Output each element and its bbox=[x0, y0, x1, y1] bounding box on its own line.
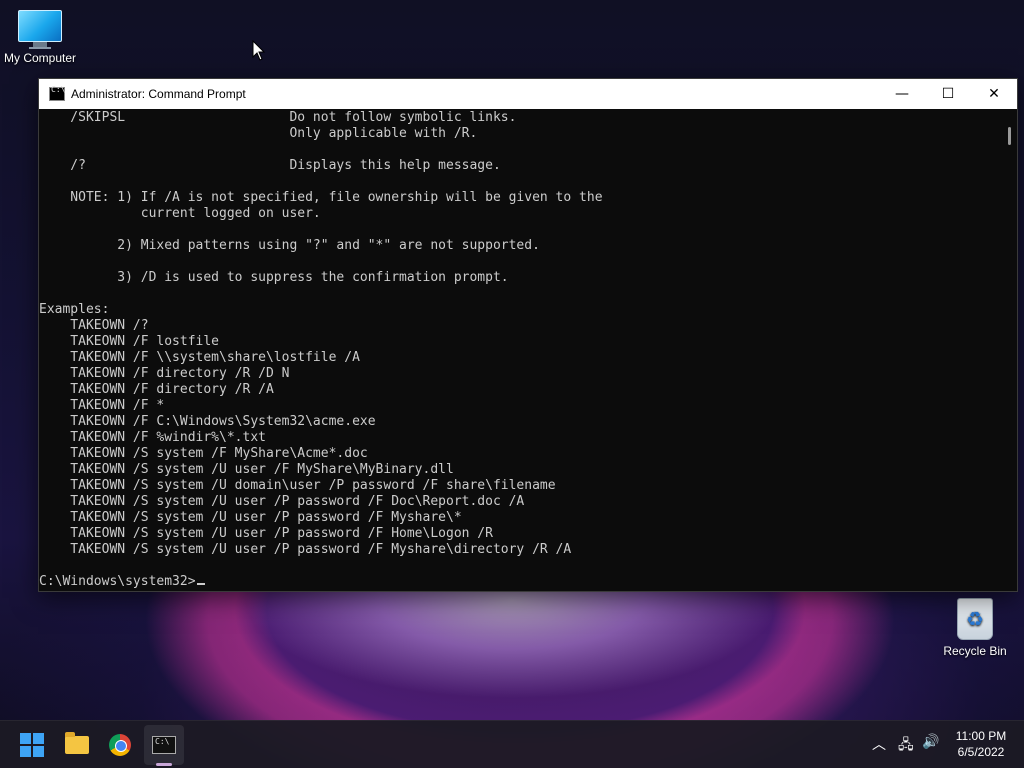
console-line: TAKEOWN /F directory /R /D N bbox=[39, 366, 290, 381]
console-line: TAKEOWN /S system /U user /P password /F… bbox=[39, 510, 462, 525]
console-line: /? Displays this help message. bbox=[39, 158, 501, 173]
folder-icon bbox=[65, 732, 89, 754]
console-line: TAKEOWN /F lostfile bbox=[39, 334, 220, 349]
file-explorer-taskbar-button[interactable] bbox=[57, 725, 97, 765]
network-icon[interactable]: 🖧 bbox=[898, 734, 914, 758]
console-output[interactable]: /SKIPSL Do not follow symbolic links. On… bbox=[39, 109, 1001, 591]
console-line: TAKEOWN /S system /U user /F MyShare\MyB… bbox=[39, 462, 454, 477]
recycle-bin-shortcut[interactable]: ♻ Recycle Bin bbox=[935, 598, 1015, 658]
chrome-taskbar-button[interactable] bbox=[100, 725, 140, 765]
console-line: TAKEOWN /F directory /R /A bbox=[39, 382, 274, 397]
scrollbar-thumb[interactable] bbox=[1008, 127, 1011, 145]
command-prompt-icon: C:\ bbox=[152, 736, 176, 754]
my-computer-label: My Computer bbox=[3, 51, 77, 65]
active-app-indicator bbox=[156, 763, 172, 766]
system-clock[interactable]: 11:00 PM 6/5/2022 bbox=[944, 728, 1018, 760]
text-cursor bbox=[196, 583, 205, 585]
console-line: TAKEOWN /S system /U user /P password /F… bbox=[39, 526, 493, 541]
console-line: TAKEOWN /F * bbox=[39, 398, 165, 413]
maximize-button[interactable]: ☐ bbox=[925, 79, 971, 109]
console-line: 3) /D is used to suppress the confirmati… bbox=[39, 270, 509, 285]
command-prompt-window[interactable]: C:\ Administrator: Command Prompt — ☐ ✕ … bbox=[38, 78, 1018, 592]
volume-icon[interactable]: 🔊 bbox=[922, 734, 939, 750]
console-text: /SKIPSL Do not follow symbolic links. On… bbox=[39, 109, 1001, 590]
clock-time: 11:00 PM bbox=[955, 729, 1007, 743]
taskbar: C:\ bbox=[0, 720, 1024, 768]
prompt-text: C:\Windows\system32> bbox=[39, 574, 196, 589]
console-line: TAKEOWN /S system /U user /P password /F… bbox=[39, 542, 572, 557]
console-line: TAKEOWN /S system /F MyShare\Acme*.doc bbox=[39, 446, 368, 461]
close-button[interactable]: ✕ bbox=[971, 79, 1017, 109]
console-line: /SKIPSL Do not follow symbolic links. bbox=[39, 110, 517, 125]
my-computer-shortcut[interactable]: My Computer bbox=[0, 10, 80, 65]
clock-date: 6/5/2022 bbox=[957, 745, 1005, 759]
console-line: 2) Mixed patterns using "?" and "*" are … bbox=[39, 238, 540, 253]
recycle-bin-label: Recycle Bin bbox=[943, 644, 1007, 658]
command-prompt-taskbar-button[interactable]: C:\ bbox=[144, 725, 184, 765]
monitor-icon bbox=[18, 10, 62, 42]
console-line: NOTE: 1) If /A is not specified, file ow… bbox=[39, 190, 603, 205]
start-button[interactable] bbox=[12, 725, 52, 765]
console-line: Only applicable with /R. bbox=[39, 126, 478, 141]
console-line: TAKEOWN /? bbox=[39, 318, 149, 333]
console-line: TAKEOWN /S system /U domain\user /P pass… bbox=[39, 478, 556, 493]
command-prompt-app-icon: C:\ bbox=[49, 85, 65, 101]
window-title: Administrator: Command Prompt bbox=[71, 87, 246, 101]
console-line: TAKEOWN /F \\system\share\lostfile /A bbox=[39, 350, 360, 365]
vertical-scrollbar[interactable] bbox=[1001, 109, 1017, 591]
chrome-icon bbox=[109, 734, 131, 756]
console-line: TAKEOWN /S system /U user /P password /F… bbox=[39, 494, 525, 509]
chevron-up-icon[interactable]: ︿ bbox=[872, 734, 886, 754]
console-prompt[interactable]: C:\Windows\system32> bbox=[39, 574, 1001, 590]
mouse-pointer-icon bbox=[252, 40, 266, 61]
windows-start-icon bbox=[20, 733, 44, 757]
console-line: TAKEOWN /F C:\Windows\System32\acme.exe bbox=[39, 414, 376, 429]
console-line: Examples: bbox=[39, 302, 110, 317]
console-line: TAKEOWN /F %windir%\*.txt bbox=[39, 430, 266, 445]
desktop: My Computer ♻ Recycle Bin C:\ Administra… bbox=[0, 0, 1024, 768]
window-titlebar[interactable]: C:\ Administrator: Command Prompt — ☐ ✕ bbox=[39, 79, 1017, 109]
recycle-bin-icon: ♻ bbox=[957, 598, 993, 640]
minimize-button[interactable]: — bbox=[879, 79, 925, 109]
console-line: current logged on user. bbox=[39, 206, 321, 221]
